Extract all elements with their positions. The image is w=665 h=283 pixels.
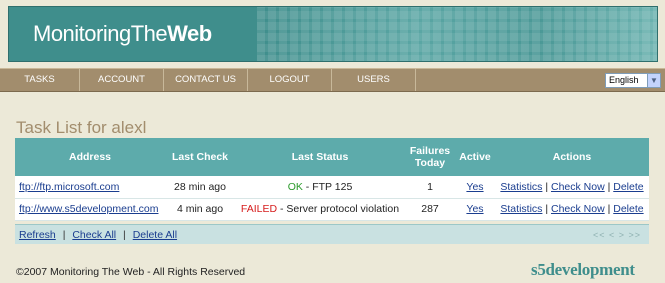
bulk-actions-bar: Refresh | Check All | Delete All << < > … bbox=[15, 224, 649, 244]
link-separator: | bbox=[123, 229, 126, 241]
brand-logo[interactable]: s5development bbox=[531, 260, 635, 280]
statistics-link[interactable]: Statistics bbox=[500, 203, 542, 215]
status-detail: - Server protocol violation bbox=[280, 203, 400, 215]
cell-last-check: 28 min ago bbox=[165, 176, 235, 199]
col-header-last-check: Last Check bbox=[165, 138, 235, 176]
statistics-link[interactable]: Statistics bbox=[500, 181, 542, 193]
language-select-value: English bbox=[609, 75, 639, 85]
cell-actions: Statistics | Check Now | Delete bbox=[495, 176, 649, 199]
check-all-link[interactable]: Check All bbox=[72, 229, 116, 241]
action-separator: | bbox=[545, 180, 549, 193]
cell-last-status: OK - FTP 125 bbox=[235, 176, 405, 199]
cell-address: ftp://ftp.microsoft.com bbox=[15, 176, 165, 199]
logo-part-monitoring: Monitoring bbox=[33, 21, 131, 46]
address-link[interactable]: ftp://ftp.microsoft.com bbox=[19, 181, 119, 193]
nav-logout[interactable]: LOGOUT bbox=[248, 69, 332, 91]
col-header-actions: Actions bbox=[495, 138, 649, 176]
col-header-address: Address bbox=[15, 138, 165, 176]
status-flag: FAILED bbox=[240, 203, 278, 215]
status-flag: OK bbox=[287, 180, 303, 193]
main-nav: TASKS ACCOUNT CONTACT US LOGOUT USERS En… bbox=[0, 68, 665, 92]
action-separator: | bbox=[545, 203, 549, 215]
cell-address: ftp://www.s5development.com bbox=[15, 198, 165, 221]
status-detail: - FTP 125 bbox=[305, 180, 353, 193]
header-banner: MonitoringTheWeb bbox=[8, 6, 658, 62]
nav-contact-us[interactable]: CONTACT US bbox=[164, 69, 248, 91]
col-header-failures-today: Failures Today bbox=[405, 138, 455, 176]
cell-active: Yes bbox=[455, 176, 495, 199]
logo[interactable]: MonitoringTheWeb bbox=[33, 21, 212, 47]
delete-all-link[interactable]: Delete All bbox=[133, 229, 177, 241]
logo-part-the: The bbox=[130, 21, 168, 46]
cell-failures: 287 bbox=[405, 198, 455, 221]
page-title: Task List for alexl bbox=[16, 118, 147, 137]
pager[interactable]: << < > >> bbox=[593, 225, 641, 245]
task-table: Address Last Check Last Status Failures … bbox=[15, 138, 649, 221]
cell-active: Yes bbox=[455, 198, 495, 221]
delete-link[interactable]: Delete bbox=[613, 181, 643, 193]
cell-failures: 1 bbox=[405, 176, 455, 199]
copyright-text: ©2007 Monitoring The Web - All Rights Re… bbox=[16, 266, 246, 278]
action-separator: | bbox=[607, 180, 611, 193]
nav-account[interactable]: ACCOUNT bbox=[80, 69, 164, 91]
nav-tasks[interactable]: TASKS bbox=[0, 69, 80, 91]
language-select[interactable]: English ▼ bbox=[605, 73, 661, 88]
table-header-row: Address Last Check Last Status Failures … bbox=[15, 138, 649, 176]
refresh-link[interactable]: Refresh bbox=[19, 229, 56, 241]
col-header-last-status: Last Status bbox=[235, 138, 405, 176]
table-row: ftp://ftp.microsoft.com 28 min ago OK - … bbox=[15, 176, 649, 199]
check-now-link[interactable]: Check Now bbox=[551, 181, 605, 193]
logo-part-web: Web bbox=[167, 21, 212, 46]
chevron-down-icon[interactable]: ▼ bbox=[647, 74, 660, 87]
col-header-active: Active bbox=[455, 138, 495, 176]
active-toggle-link[interactable]: Yes bbox=[466, 181, 483, 193]
active-toggle-link[interactable]: Yes bbox=[466, 203, 483, 215]
address-link[interactable]: ftp://www.s5development.com bbox=[19, 203, 158, 215]
action-separator: | bbox=[607, 203, 611, 215]
cell-last-check: 4 min ago bbox=[165, 198, 235, 221]
delete-link[interactable]: Delete bbox=[613, 203, 643, 215]
link-separator: | bbox=[62, 229, 66, 241]
check-now-link[interactable]: Check Now bbox=[551, 203, 605, 215]
table-row: ftp://www.s5development.com 4 min ago FA… bbox=[15, 198, 649, 221]
header-mosaic-decoration bbox=[257, 7, 657, 61]
cell-last-status: FAILED - Server protocol violation bbox=[235, 198, 405, 221]
nav-users[interactable]: USERS bbox=[332, 69, 416, 91]
cell-actions: Statistics | Check Now | Delete bbox=[495, 198, 649, 221]
